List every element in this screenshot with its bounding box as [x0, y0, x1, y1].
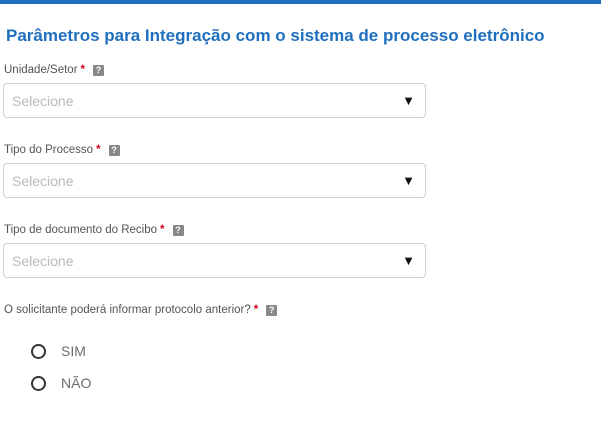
protocolo-anterior-label: O solicitante poderá informar protocolo …: [4, 304, 278, 316]
unidade-setor-label: Unidade/Setor * ?: [4, 64, 105, 76]
required-marker: *: [160, 224, 165, 236]
radio-option-sim[interactable]: SIM: [31, 343, 86, 359]
dropdown-arrow-icon[interactable]: ▼: [402, 173, 415, 188]
tipo-documento-recibo-select[interactable]: Selecione ▼: [3, 243, 426, 278]
help-icon[interactable]: ?: [108, 144, 120, 156]
radio-option-label: SIM: [61, 343, 86, 359]
radio-option-label: NÃO: [61, 375, 92, 391]
tipo-processo-label: Tipo do Processo * ?: [4, 144, 120, 156]
tipo-documento-recibo-label: Tipo de documento do Recibo * ?: [4, 224, 184, 236]
select-placeholder: Selecione: [12, 252, 74, 269]
field-label-text: Tipo do Processo: [4, 144, 94, 156]
tipo-processo-select[interactable]: Selecione ▼: [3, 163, 426, 198]
help-icon[interactable]: ?: [93, 64, 105, 76]
field-label-text: Tipo de documento do Recibo: [4, 224, 158, 236]
top-accent-bar: [0, 0, 601, 4]
dropdown-arrow-icon[interactable]: ▼: [402, 253, 415, 268]
required-marker: *: [96, 144, 101, 156]
required-marker: *: [253, 304, 259, 316]
unidade-setor-select[interactable]: Selecione ▼: [3, 83, 426, 118]
required-marker: *: [80, 64, 86, 76]
help-icon[interactable]: ?: [172, 224, 184, 236]
select-placeholder: Selecione: [12, 172, 74, 189]
dropdown-arrow-icon[interactable]: ▼: [402, 93, 415, 108]
radio-option-nao[interactable]: NÃO: [31, 375, 91, 391]
help-icon[interactable]: ?: [266, 304, 278, 316]
radio-circle-icon[interactable]: [31, 375, 46, 391]
field-label-text: Unidade/Setor: [4, 64, 78, 76]
section-title: Parâmetros para Integração com o sistema…: [6, 26, 545, 45]
radio-circle-icon[interactable]: [31, 343, 46, 359]
question-label-text: O solicitante poderá informar protocolo …: [4, 304, 251, 316]
select-placeholder: Selecione: [12, 92, 74, 109]
